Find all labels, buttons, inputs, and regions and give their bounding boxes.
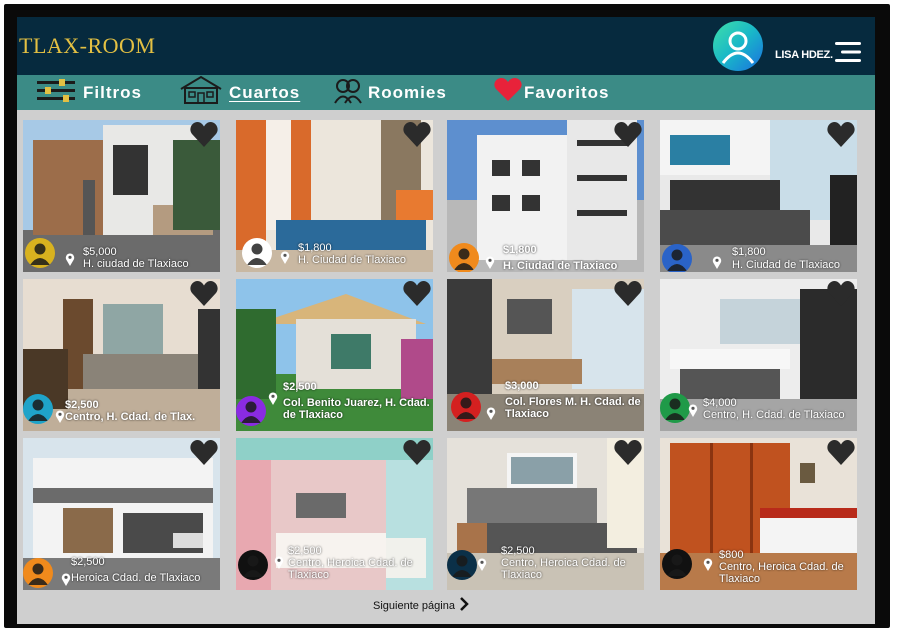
owner-avatar-icon[interactable] <box>662 244 692 272</box>
location-pin-icon <box>55 410 65 423</box>
nav-filtros[interactable]: Filtros <box>37 75 142 110</box>
listing-location: Col. Flores M. H. Cdad. de Tlaxiaco <box>505 396 641 420</box>
owner-avatar-icon[interactable] <box>25 238 55 268</box>
listing-card[interactable]: $800 Centro, Heroica Cdad. de Tlaxiaco <box>660 438 857 590</box>
location-pin-icon <box>61 573 71 586</box>
owner-avatar-icon[interactable] <box>447 550 477 580</box>
listing-location: H. Ciudad de Tlaxiaco <box>503 260 618 272</box>
listing-price: $5,000 <box>83 246 117 258</box>
owner-avatar-icon[interactable] <box>242 238 272 268</box>
location-pin-icon <box>274 556 284 569</box>
owner-avatar-icon[interactable] <box>660 393 690 423</box>
next-page-label: Siguiente página <box>373 599 455 612</box>
nav-favoritos[interactable]: Favoritos <box>494 75 610 110</box>
location-pin-icon <box>703 558 713 571</box>
listing-card[interactable]: $5,000 H. ciudad de Tlaxiaco <box>23 120 220 272</box>
listing-location: H. Ciudad de Tlaxiaco <box>732 259 841 271</box>
owner-avatar-icon[interactable] <box>451 392 481 422</box>
favorite-heart-icon[interactable] <box>403 440 431 466</box>
listing-card[interactable]: $2,500 Centro, Heroica Cdad. de Tlaxiaco <box>236 438 433 590</box>
listing-location: Col. Benito Juarez, H. Cdad. de Tlaxiaco <box>283 397 430 421</box>
listing-price: $1,800 <box>298 242 332 254</box>
owner-avatar-icon[interactable] <box>23 394 53 424</box>
sliders-icon <box>37 78 77 107</box>
favorite-heart-icon[interactable] <box>190 122 218 148</box>
app-screen: TLAX-ROOM LISA HDEZ. Filtros Cuartos Roo… <box>17 17 875 624</box>
listing-location: Centro, Heroica Cdad. de Tlaxiaco <box>501 557 626 581</box>
location-pin-icon <box>280 251 290 264</box>
listing-price: $3,000 <box>505 380 539 392</box>
listing-location: Centro, H. Cdad. de Tlaxiaco <box>703 409 845 421</box>
favorite-heart-icon[interactable] <box>827 281 855 307</box>
app-logo[interactable]: TLAX-ROOM <box>19 33 156 59</box>
nav-filtros-label: Filtros <box>83 82 142 102</box>
listing-price: $2,500 <box>501 545 535 557</box>
listing-card[interactable]: $2,500 Centro, H. Cdad. de Tlax. <box>23 279 220 431</box>
app-header: TLAX-ROOM LISA HDEZ. <box>17 17 875 75</box>
user-avatar-icon[interactable] <box>713 21 763 71</box>
favorite-heart-icon[interactable] <box>190 440 218 466</box>
listing-price: $1,800 <box>503 244 537 256</box>
listing-price: $2,500 <box>65 399 99 411</box>
listing-card[interactable]: $4,000 Centro, H. Cdad. de Tlaxiaco <box>660 279 857 431</box>
listing-price: $4,000 <box>703 397 737 409</box>
listing-location: Heroica Cdad. de Tlaxiaco <box>71 572 201 584</box>
location-pin-icon <box>486 407 496 420</box>
favorite-heart-icon[interactable] <box>827 440 855 466</box>
user-name[interactable]: LISA HDEZ. <box>775 49 833 61</box>
listing-card[interactable]: $2,500 Heroica Cdad. de Tlaxiaco <box>23 438 220 590</box>
listing-card[interactable]: $1,800 H. Ciudad de Tlaxiaco <box>236 120 433 272</box>
nav-cuartos-label: Cuartos <box>229 82 301 102</box>
house-icon <box>179 75 223 110</box>
location-pin-icon <box>485 256 495 269</box>
listing-price: $800 <box>719 549 744 561</box>
location-pin-icon <box>477 558 487 571</box>
listing-location: H. Ciudad de Tlaxiaco <box>298 254 407 266</box>
listing-location: Centro, H. Cdad. de Tlax. <box>65 411 196 423</box>
listing-price: $2,500 <box>288 545 322 557</box>
location-pin-icon <box>688 404 698 417</box>
listing-price: $2,500 <box>71 556 105 568</box>
listing-price: $2,500 <box>283 381 317 393</box>
listing-card[interactable]: $1,800 H. Ciudad de Tlaxiaco <box>447 120 644 272</box>
device-frame: TLAX-ROOM LISA HDEZ. Filtros Cuartos Roo… <box>4 4 890 628</box>
favorite-heart-icon[interactable] <box>190 281 218 307</box>
owner-avatar-icon[interactable] <box>236 396 266 426</box>
heart-icon <box>494 78 522 107</box>
listing-location: Centro, Heroica Cdad. de Tlaxiaco <box>288 557 413 581</box>
chevron-right-icon <box>459 597 469 614</box>
favorite-heart-icon[interactable] <box>403 281 431 307</box>
favorite-heart-icon[interactable] <box>614 122 642 148</box>
menu-icon[interactable] <box>835 41 863 63</box>
location-pin-icon <box>712 256 722 269</box>
main-nav: Filtros Cuartos Roomies Favoritos <box>17 75 875 110</box>
favorite-heart-icon[interactable] <box>614 440 642 466</box>
nav-roomies[interactable]: Roomies <box>334 75 447 110</box>
roomies-icon <box>334 76 362 109</box>
location-pin-icon <box>65 253 75 266</box>
listing-card[interactable]: $2,500 Centro, Heroica Cdad. de Tlaxiaco <box>447 438 644 590</box>
nav-cuartos[interactable]: Cuartos <box>179 75 300 110</box>
nav-roomies-label: Roomies <box>368 82 447 102</box>
listing-location: H. ciudad de Tlaxiaco <box>83 258 189 270</box>
nav-favoritos-label: Favoritos <box>524 82 610 102</box>
owner-avatar-icon[interactable] <box>23 558 53 588</box>
owner-avatar-icon[interactable] <box>238 550 268 580</box>
listing-price: $1,800 <box>732 246 766 258</box>
favorite-heart-icon[interactable] <box>403 122 431 148</box>
favorite-heart-icon[interactable] <box>827 122 855 148</box>
next-page-link[interactable]: Siguiente página <box>373 597 469 614</box>
listing-card[interactable]: $3,000 Col. Flores M. H. Cdad. de Tlaxia… <box>447 279 644 431</box>
listing-card[interactable]: $2,500 Col. Benito Juarez, H. Cdad. de T… <box>236 279 433 431</box>
owner-avatar-icon[interactable] <box>449 243 479 272</box>
listing-location: Centro, Heroica Cdad. de Tlaxiaco <box>719 561 844 585</box>
listing-card[interactable]: $1,800 H. Ciudad de Tlaxiaco <box>660 120 857 272</box>
owner-avatar-icon[interactable] <box>662 549 692 579</box>
favorite-heart-icon[interactable] <box>614 281 642 307</box>
location-pin-icon <box>268 392 278 405</box>
